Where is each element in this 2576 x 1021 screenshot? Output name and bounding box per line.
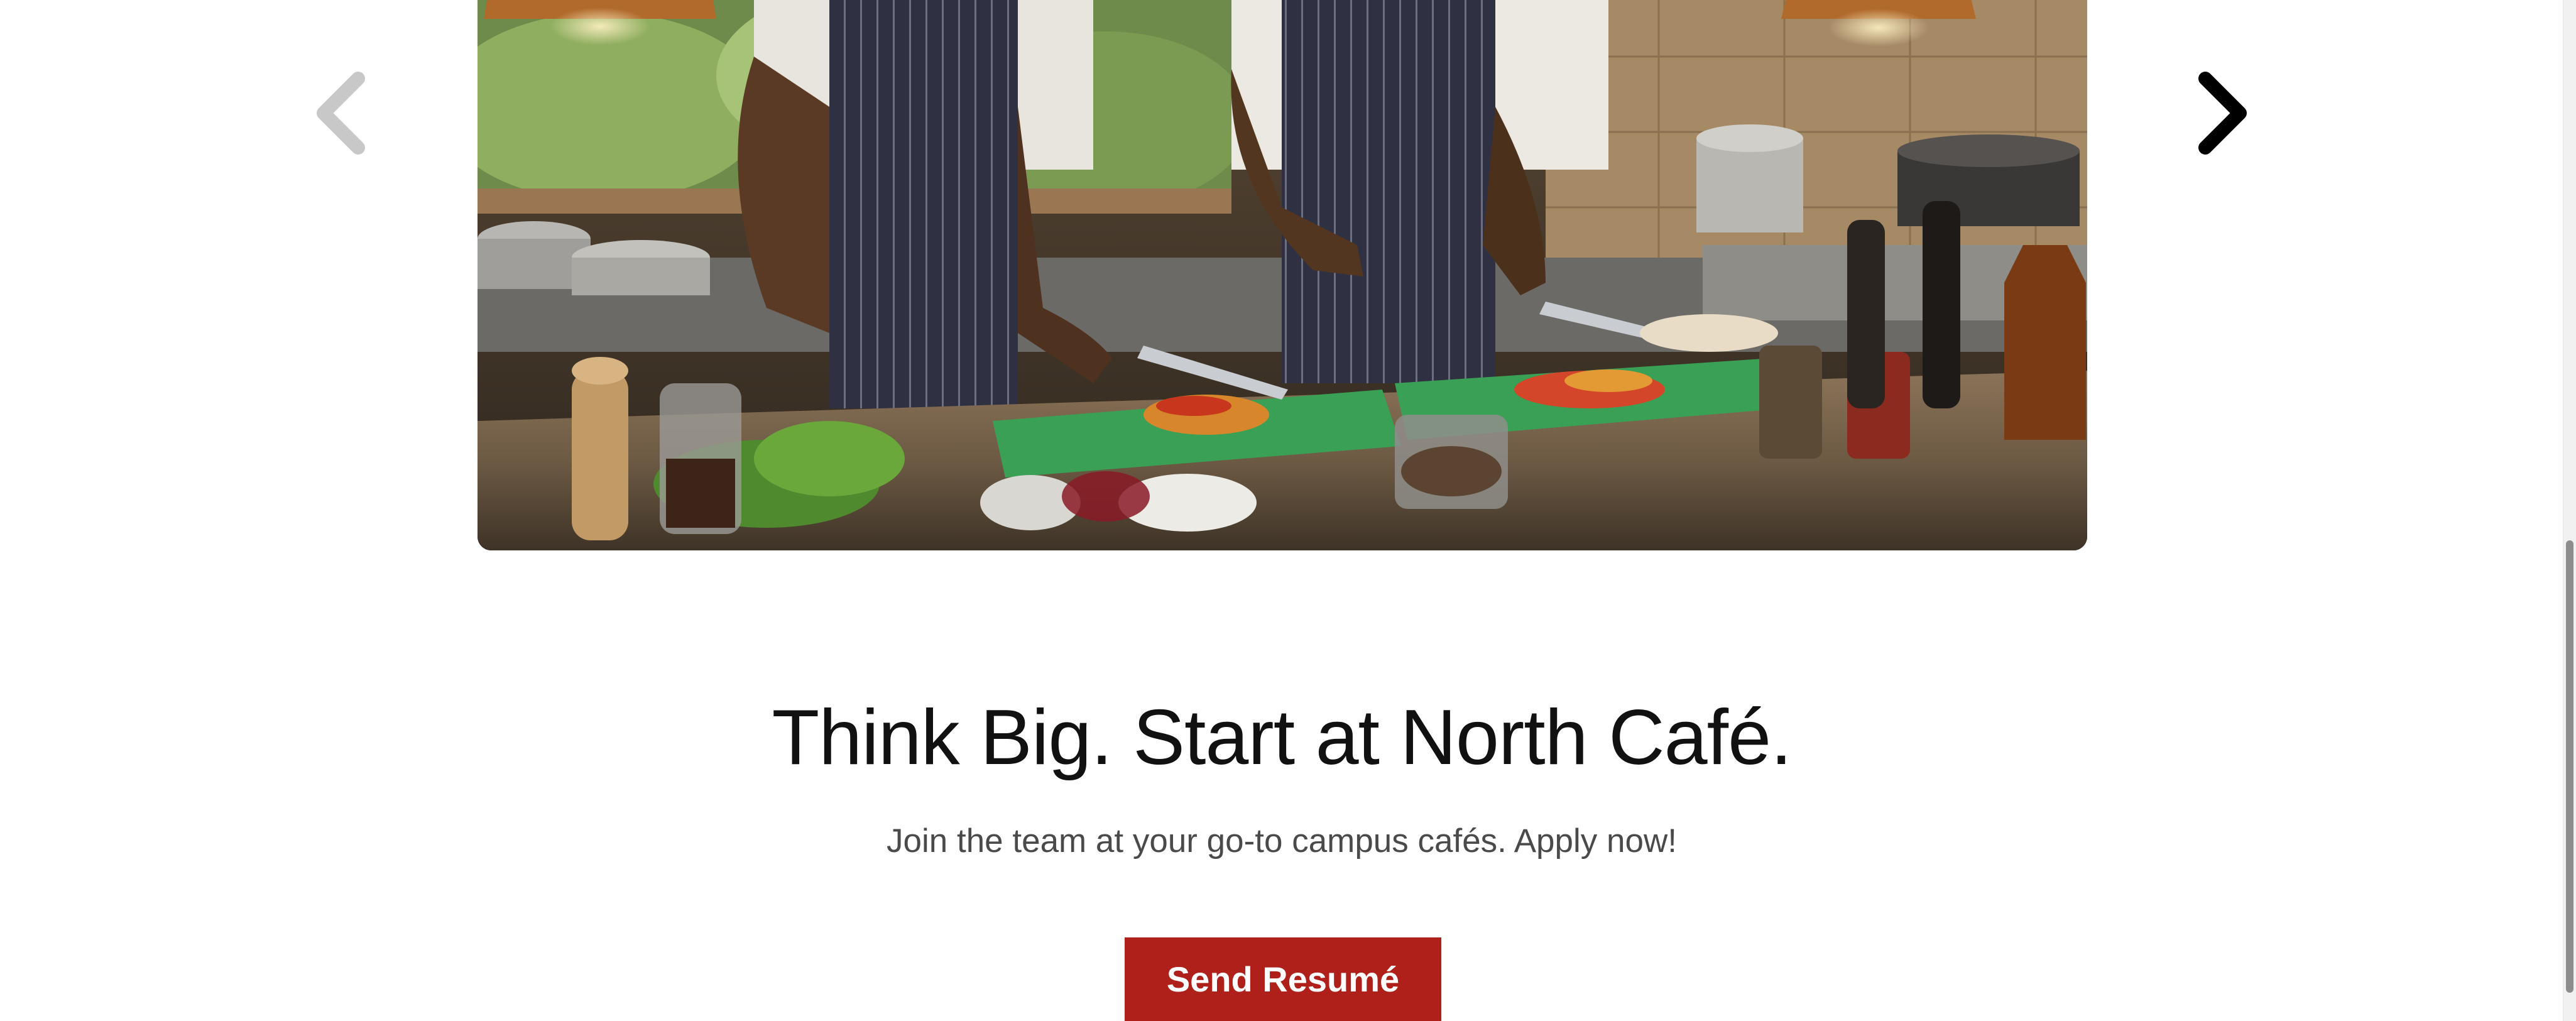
- chevron-right-icon: [2198, 72, 2247, 155]
- carousel-slide-image: [478, 0, 2087, 550]
- image-carousel: [0, 0, 2563, 553]
- send-resume-button[interactable]: Send Resumé: [1125, 937, 1441, 1021]
- chevron-left-icon: [317, 72, 365, 155]
- scrollbar-thumb[interactable]: [2566, 540, 2573, 993]
- page: Think Big. Start at North Café. Join the…: [0, 0, 2576, 1021]
- cta-subtitle: Join the team at your go-to campus cafés…: [887, 822, 1677, 860]
- vertical-scrollbar[interactable]: [2563, 0, 2576, 1021]
- carousel-next-button[interactable]: [2186, 69, 2256, 157]
- cta-heading: Think Big. Start at North Café.: [772, 694, 1792, 781]
- carousel-prev-button[interactable]: [308, 69, 377, 157]
- careers-cta-section: Think Big. Start at North Café. Join the…: [0, 691, 2563, 861]
